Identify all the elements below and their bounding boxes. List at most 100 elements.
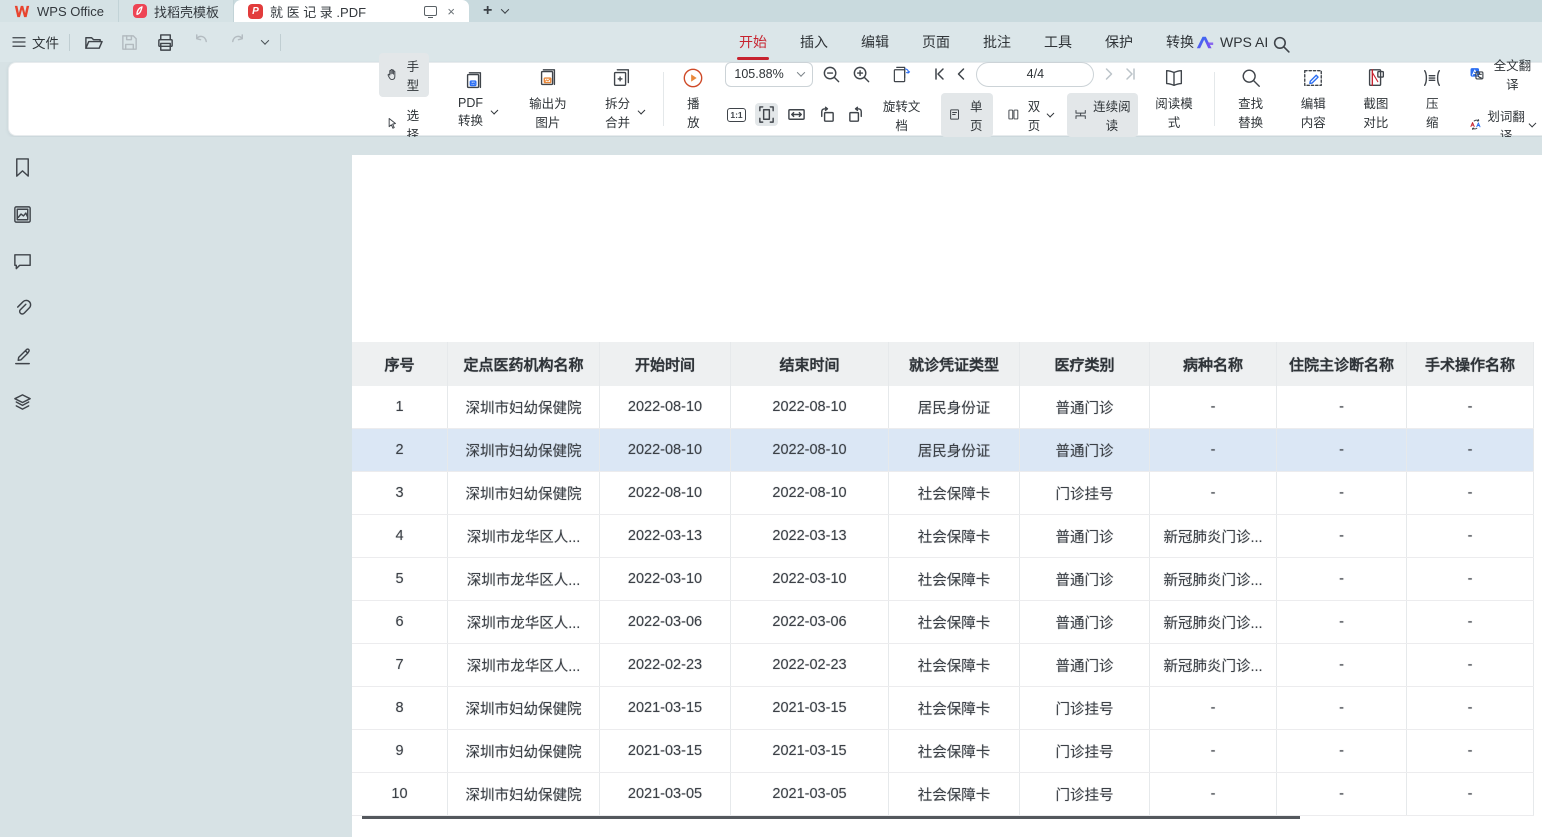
zoom-level-select[interactable]: 105.88%	[725, 62, 813, 87]
rotate-right-icon	[847, 105, 866, 124]
menu-tab[interactable]: 批注	[981, 22, 1013, 62]
previous-page-button[interactable]	[954, 67, 968, 81]
layers-icon	[12, 392, 33, 413]
single-page-icon	[948, 106, 961, 123]
tab-document-pdf[interactable]: P 就 医 记 录 .PDF ×	[234, 0, 469, 22]
word-translate-icon	[1469, 116, 1482, 133]
page-number-input[interactable]	[976, 62, 1094, 87]
fit-page-button[interactable]	[755, 103, 778, 126]
first-page-button[interactable]	[932, 67, 946, 81]
thumbnails-panel-button[interactable]	[10, 202, 35, 230]
medical-records-table: 序号定点医药机构名称开始时间结束时间就诊凭证类型医疗类别病种名称住院主诊断名称手…	[352, 342, 1534, 819]
fit-page-icon	[757, 105, 776, 124]
table-cell: 社会保障卡	[889, 601, 1020, 643]
organize-pages-button[interactable]	[890, 63, 913, 86]
export-as-image-button[interactable]: 输出为图片	[515, 63, 580, 135]
rotate-right-button[interactable]	[845, 103, 868, 126]
print-button[interactable]	[154, 31, 177, 54]
layers-panel-button[interactable]	[10, 390, 35, 418]
column-header: 序号	[352, 342, 448, 386]
present-on-screen-icon[interactable]	[424, 6, 437, 16]
docer-icon	[133, 4, 147, 18]
last-page-button[interactable]	[1124, 67, 1138, 81]
table-row: 8深圳市妇幼保健院2021-03-152021-03-15社会保障卡门诊挂号--…	[352, 687, 1534, 730]
tab-label: 找稻壳模板	[154, 2, 219, 21]
table-cell: 普通门诊	[1020, 515, 1150, 557]
menu-tab[interactable]: 转换	[1164, 22, 1196, 62]
save-button[interactable]	[118, 31, 141, 54]
menu-tab[interactable]: 插入	[798, 22, 830, 62]
table-cell: 深圳市妇幼保健院	[448, 429, 600, 471]
continuous-read-button[interactable]: 连续阅读	[1067, 93, 1138, 137]
undo-button[interactable]	[190, 31, 213, 54]
tab-list-chevron-icon[interactable]	[501, 5, 509, 13]
more-quick-actions-chevron-icon[interactable]	[261, 36, 269, 44]
table-row: 10深圳市妇幼保健院2021-03-052021-03-05社会保障卡门诊挂号-…	[352, 773, 1534, 816]
table-cell: 2022-02-23	[731, 644, 889, 686]
hamburger-icon	[12, 36, 26, 48]
pdf-convert-button[interactable]: PDF转换	[443, 66, 505, 133]
screenshot-compare-label: 截图对比	[1359, 93, 1394, 131]
bookmark-icon	[12, 157, 33, 178]
play-button[interactable]: 播放	[673, 63, 713, 135]
word-translate-chevron-icon	[1529, 119, 1537, 127]
ribbon-search-icon[interactable]	[1270, 33, 1293, 56]
actual-size-button[interactable]: 1:1	[725, 106, 747, 124]
fit-width-icon	[787, 105, 806, 124]
table-cell: -	[1407, 601, 1534, 643]
full-text-translate-button[interactable]: 全文翻译	[1462, 52, 1542, 96]
menu-tab[interactable]: 开始	[737, 22, 769, 62]
menu-tab[interactable]: 编辑	[859, 22, 891, 62]
pdf-page[interactable]: 序号定点医药机构名称开始时间结束时间就诊凭证类型医疗类别病种名称住院主诊断名称手…	[352, 155, 1542, 837]
fit-width-button[interactable]	[785, 103, 808, 126]
close-tab-icon[interactable]: ×	[447, 5, 455, 18]
menu-tab[interactable]: 保护	[1103, 22, 1135, 62]
read-mode-button[interactable]: 阅读模式	[1144, 63, 1203, 135]
signature-panel-button[interactable]	[10, 343, 35, 371]
quick-access-bar	[70, 31, 280, 54]
table-cell: -	[1277, 515, 1407, 557]
edit-content-button[interactable]: 编辑内容	[1287, 63, 1340, 135]
wps-ai-button[interactable]: WPS AI	[1196, 22, 1268, 62]
menu-tab[interactable]: 页面	[920, 22, 952, 62]
zoom-out-button[interactable]	[820, 63, 843, 86]
tab-docer-templates[interactable]: 找稻壳模板	[119, 0, 234, 22]
table-cell: -	[1277, 601, 1407, 643]
table-row: 3深圳市妇幼保健院2022-08-102022-08-10社会保障卡门诊挂号--…	[352, 472, 1534, 515]
table-cell: 2021-03-15	[600, 730, 731, 772]
split-merge-button[interactable]: 拆分合并	[590, 63, 652, 135]
bookmarks-panel-button[interactable]	[10, 155, 35, 183]
table-cell: -	[1407, 773, 1534, 815]
rotate-document-button[interactable]: 旋转文档	[875, 93, 929, 137]
screenshot-compare-button[interactable]: 截图对比	[1350, 63, 1403, 135]
double-page-label: 双页	[1025, 96, 1044, 134]
table-cell: -	[1407, 687, 1534, 729]
table-cell: 门诊挂号	[1020, 472, 1150, 514]
zoom-in-button[interactable]	[850, 63, 873, 86]
hand-tool-button[interactable]: 手型	[379, 53, 429, 97]
rotate-left-button[interactable]	[815, 103, 838, 126]
table-cell: -	[1150, 472, 1277, 514]
new-tab-button[interactable]: +	[483, 2, 492, 20]
export-image-label: 输出为图片	[524, 93, 571, 131]
table-cell: 2021-03-15	[600, 687, 731, 729]
table-row: 4深圳市龙华区人...2022-03-132022-03-13社会保障卡普通门诊…	[352, 515, 1534, 558]
table-cell: 深圳市妇幼保健院	[448, 472, 600, 514]
open-file-button[interactable]	[82, 31, 105, 54]
zoom-level-value: 105.88%	[734, 67, 783, 81]
double-page-view-button[interactable]: 双页	[1000, 93, 1060, 137]
table-row: 5深圳市龙华区人...2022-03-102022-03-10社会保障卡普通门诊…	[352, 558, 1534, 601]
table-cell: 9	[352, 730, 448, 772]
attachments-panel-button[interactable]	[10, 296, 35, 324]
file-menu-button[interactable]: 文件	[0, 32, 69, 52]
document-workspace: 序号定点医药机构名称开始时间结束时间就诊凭证类型医疗类别病种名称住院主诊断名称手…	[0, 137, 1542, 837]
single-page-view-button[interactable]: 单页	[941, 93, 992, 137]
table-cell: -	[1407, 558, 1534, 600]
redo-button[interactable]	[226, 31, 249, 54]
next-page-button[interactable]	[1102, 67, 1116, 81]
comments-panel-button[interactable]	[10, 249, 35, 277]
tab-wps-office[interactable]: WPS Office	[0, 0, 119, 22]
find-replace-button[interactable]: 查找替换	[1224, 63, 1277, 135]
compress-button[interactable]: 压缩	[1412, 63, 1452, 135]
menu-tab[interactable]: 工具	[1042, 22, 1074, 62]
